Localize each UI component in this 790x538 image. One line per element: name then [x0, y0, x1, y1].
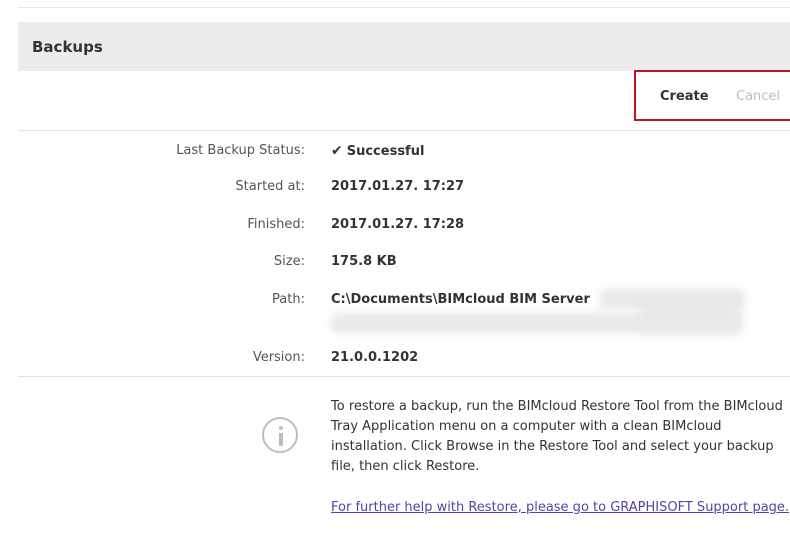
restore-info-text: To restore a backup, run the BIMcloud Re… — [331, 399, 783, 474]
divider — [18, 376, 790, 377]
create-button[interactable]: Create — [660, 89, 709, 104]
path-label: Path: — [272, 292, 305, 307]
backup-actions-highlight: Create Cancel — [634, 70, 790, 121]
top-divider — [18, 7, 790, 8]
version-value: 21.0.0.1202 — [331, 350, 419, 365]
status-value: ✔ Successful — [331, 143, 425, 159]
path-value: C:\Documents\BIMcloud BIM Server — [331, 292, 590, 307]
cancel-button[interactable]: Cancel — [736, 89, 780, 104]
size-value: 175.8 KB — [331, 254, 397, 269]
status-label: Last Backup Status: — [176, 143, 305, 158]
check-icon: ✔ — [331, 143, 343, 159]
version-label: Version: — [252, 350, 305, 365]
size-label: Size: — [273, 254, 305, 269]
finished-label: Finished: — [247, 217, 305, 232]
started-label: Started at: — [235, 179, 305, 194]
redacted-path-blur — [331, 313, 741, 333]
support-help-link[interactable]: For further help with Restore, please go… — [331, 496, 790, 519]
section-header: Backups — [18, 22, 790, 71]
finished-value: 2017.01.27. 17:28 — [331, 217, 465, 232]
divider — [18, 130, 790, 131]
info-icon — [262, 417, 298, 453]
started-value: 2017.01.27. 17:27 — [331, 179, 465, 194]
section-title: Backups — [32, 37, 103, 56]
